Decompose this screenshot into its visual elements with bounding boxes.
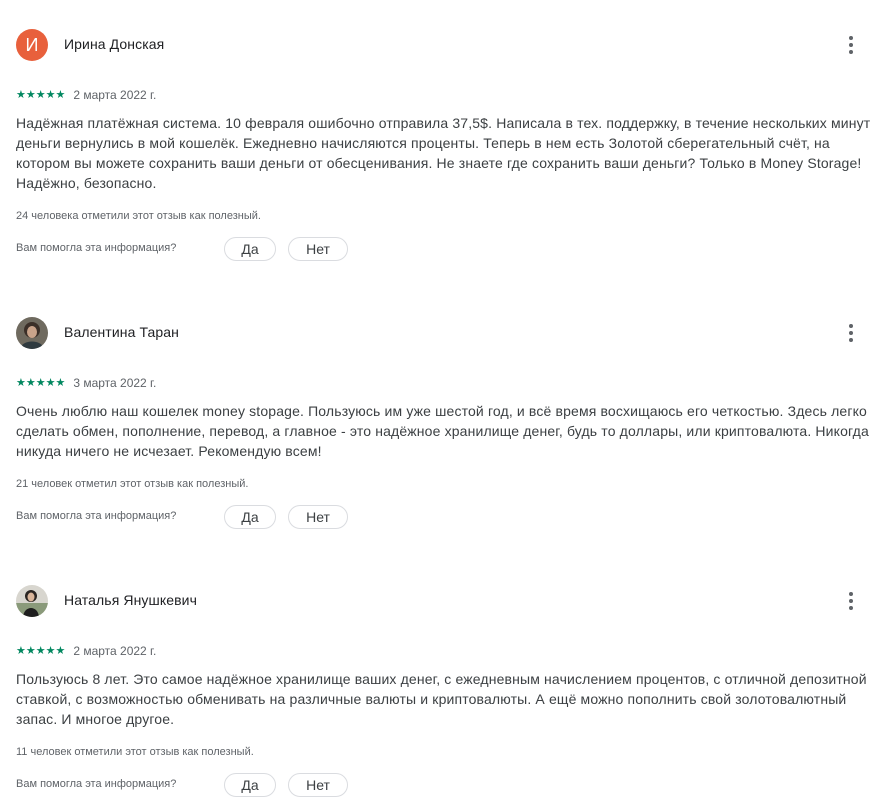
helpful-question: Вам помогла эта информация?: [16, 778, 177, 790]
reviewer-name: Ирина Донская: [64, 36, 165, 52]
more-vert-icon[interactable]: [837, 585, 865, 617]
helpful-count: 24 человека отметили этот отзыв как поле…: [16, 210, 261, 222]
review-date: 3 марта 2022 г.: [73, 376, 157, 390]
review-card: Валентина Таран ★★★★★ 3 марта 2022 г. Оч…: [16, 317, 875, 557]
avatar: И: [16, 29, 48, 61]
avatar-letter: И: [25, 34, 39, 55]
avatar: [16, 585, 48, 617]
helpful-no-button[interactable]: Нет: [288, 237, 348, 261]
review-card: Наталья Янушкевич ★★★★★ 2 марта 2022 г. …: [16, 585, 875, 806]
helpful-yes-button[interactable]: Да: [224, 773, 276, 797]
helpful-question: Вам помогла эта информация?: [16, 510, 177, 522]
review-date: 2 марта 2022 г.: [73, 644, 157, 658]
rating-row: ★★★★★ 3 марта 2022 г.: [16, 376, 156, 390]
reviewer-name: Наталья Янушкевич: [64, 592, 197, 608]
helpful-count: 11 человек отметили этот отзыв как полез…: [16, 746, 254, 758]
star-rating: ★★★★★: [16, 645, 66, 657]
review-text: Надёжная платёжная система. 10 февраля о…: [16, 115, 871, 191]
review-header: И Ирина Донская: [16, 29, 875, 61]
review-text: Очень люблю наш кошелек money stopage. П…: [16, 403, 869, 459]
helpful-no-button[interactable]: Нет: [288, 505, 348, 529]
helpful-yes-button[interactable]: Да: [224, 237, 276, 261]
review-header: Наталья Янушкевич: [16, 585, 875, 617]
avatar: [16, 317, 48, 349]
review-date: 2 марта 2022 г.: [73, 88, 157, 102]
review-card: И Ирина Донская ★★★★★ 2 марта 2022 г. На…: [16, 29, 875, 269]
more-vert-icon[interactable]: [837, 317, 865, 349]
star-rating: ★★★★★: [16, 89, 66, 101]
more-vert-icon[interactable]: [837, 29, 865, 61]
reviewer-name: Валентина Таран: [64, 324, 179, 340]
helpful-count: 21 человек отметил этот отзыв как полезн…: [16, 478, 249, 490]
review-header: Валентина Таран: [16, 317, 875, 349]
helpful-yes-button[interactable]: Да: [224, 505, 276, 529]
rating-row: ★★★★★ 2 марта 2022 г.: [16, 644, 156, 658]
helpful-no-button[interactable]: Нет: [288, 773, 348, 797]
avatar-photo: [16, 585, 48, 617]
star-rating: ★★★★★: [16, 377, 66, 389]
helpful-question: Вам помогла эта информация?: [16, 242, 177, 254]
avatar-photo: [16, 317, 48, 349]
rating-row: ★★★★★ 2 марта 2022 г.: [16, 88, 156, 102]
review-text: Пользуюсь 8 лет. Это самое надёжное хран…: [16, 671, 867, 727]
